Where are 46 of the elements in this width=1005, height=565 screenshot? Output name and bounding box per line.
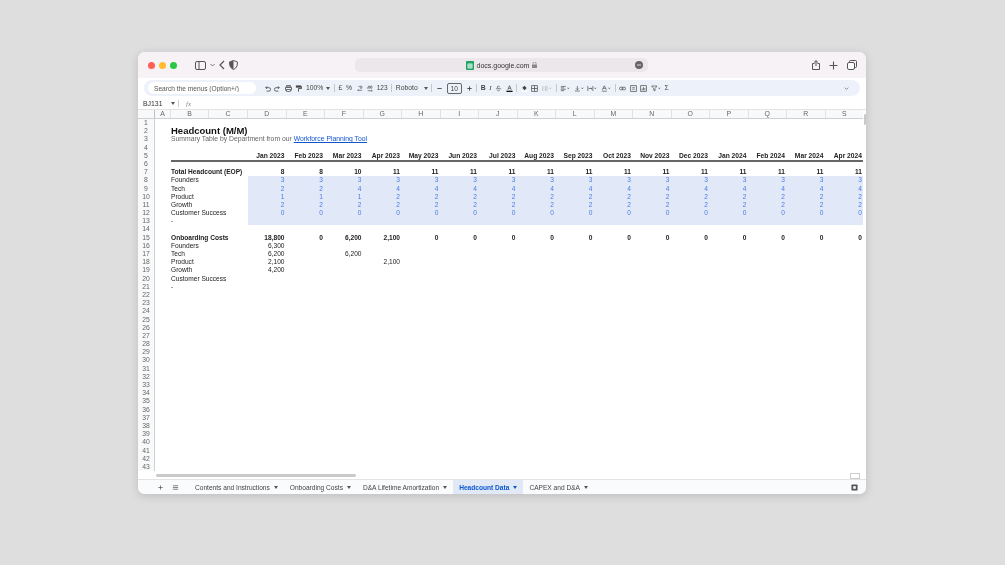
paint-format-icon[interactable] (295, 84, 303, 92)
filter-icon[interactable] (651, 84, 661, 92)
caret-icon (443, 485, 448, 489)
add-sheet-icon[interactable] (157, 483, 164, 491)
text-rotation-icon[interactable] (601, 84, 611, 92)
caret-icon (326, 86, 331, 90)
scrollbar-thumb[interactable] (156, 473, 356, 477)
undo-icon[interactable] (263, 84, 271, 92)
more-icon[interactable] (635, 61, 643, 69)
new-tab-icon[interactable] (829, 60, 838, 70)
sheets-icon (465, 60, 474, 70)
caret-icon (346, 485, 351, 489)
fill-color-icon[interactable] (520, 84, 528, 92)
link-icon[interactable] (619, 84, 627, 92)
comment-icon[interactable] (629, 84, 637, 92)
sidebar-icon[interactable] (195, 60, 206, 70)
scrollbar-thumb[interactable] (863, 114, 866, 125)
caret-icon (273, 485, 278, 489)
caret-icon (583, 485, 588, 489)
lock-icon (532, 62, 538, 68)
text-color-icon[interactable] (505, 84, 513, 92)
caret-icon (171, 102, 175, 105)
vertical-align-icon[interactable] (573, 84, 584, 92)
plus-icon[interactable] (465, 84, 473, 92)
zoom-button[interactable] (170, 61, 177, 69)
increase-decimals-icon[interactable] (366, 84, 374, 92)
explore-icon[interactable] (851, 483, 858, 491)
tabs-overview-icon[interactable] (847, 60, 857, 70)
caret-icon (513, 485, 518, 489)
shield-icon[interactable] (229, 60, 238, 70)
merge-cells-icon[interactable] (542, 84, 553, 92)
back-icon[interactable] (219, 60, 225, 70)
align-icon[interactable] (560, 84, 571, 92)
close-button[interactable] (148, 61, 155, 69)
print-icon[interactable] (284, 84, 292, 92)
collapse-icon[interactable] (843, 84, 850, 92)
chart-icon[interactable] (640, 84, 648, 92)
caret-icon (423, 86, 428, 90)
decrease-decimals-icon[interactable] (355, 84, 363, 92)
redo-icon[interactable] (274, 84, 282, 92)
share-icon[interactable] (812, 60, 820, 70)
sheet-title: Headcount (M/M) (171, 127, 248, 136)
menu-icon[interactable] (172, 483, 179, 491)
text-wrap-icon[interactable] (587, 84, 598, 92)
caret-icon[interactable] (210, 63, 215, 67)
borders-icon[interactable] (531, 84, 539, 92)
